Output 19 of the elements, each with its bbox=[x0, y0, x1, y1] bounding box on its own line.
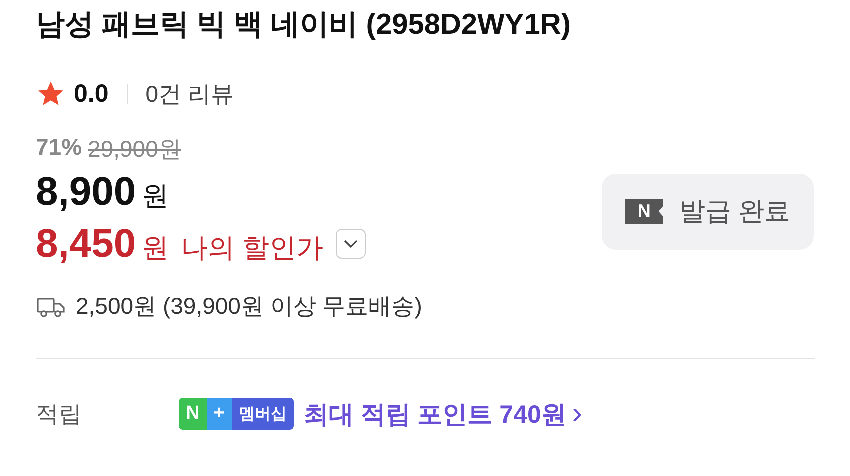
points-label: 적립 bbox=[36, 400, 83, 428]
sale-price: 8,900 bbox=[36, 169, 136, 216]
rating-score: 0.0 bbox=[74, 80, 109, 108]
review-count[interactable]: 0건 리뷰 bbox=[146, 78, 234, 110]
expand-button[interactable] bbox=[336, 229, 366, 259]
arrow-link[interactable]: › bbox=[572, 397, 582, 431]
currency-unit: 원 bbox=[142, 232, 170, 265]
my-discount-label: 나의 할인가 bbox=[181, 232, 324, 265]
original-price: 29,900원 bbox=[88, 135, 182, 164]
product-title: 남성 패브릭 빅 백 네이비 (2958D2WY1R) bbox=[36, 8, 572, 43]
currency-unit: 원 bbox=[142, 180, 170, 213]
shipping-fee: 2,500원 (39,900원 이상 무료배송) bbox=[76, 292, 422, 321]
max-points-link[interactable]: 최대 적립 포인트 740원 bbox=[304, 398, 566, 430]
chevron-icon bbox=[342, 239, 359, 249]
discount-rate: 71% bbox=[36, 134, 82, 162]
coupon-icon: N bbox=[625, 198, 664, 224]
star-icon bbox=[36, 80, 66, 108]
coupon-button[interactable]: N 발급 완료 bbox=[602, 174, 814, 250]
my-discount-price: 8,450 bbox=[36, 221, 136, 268]
